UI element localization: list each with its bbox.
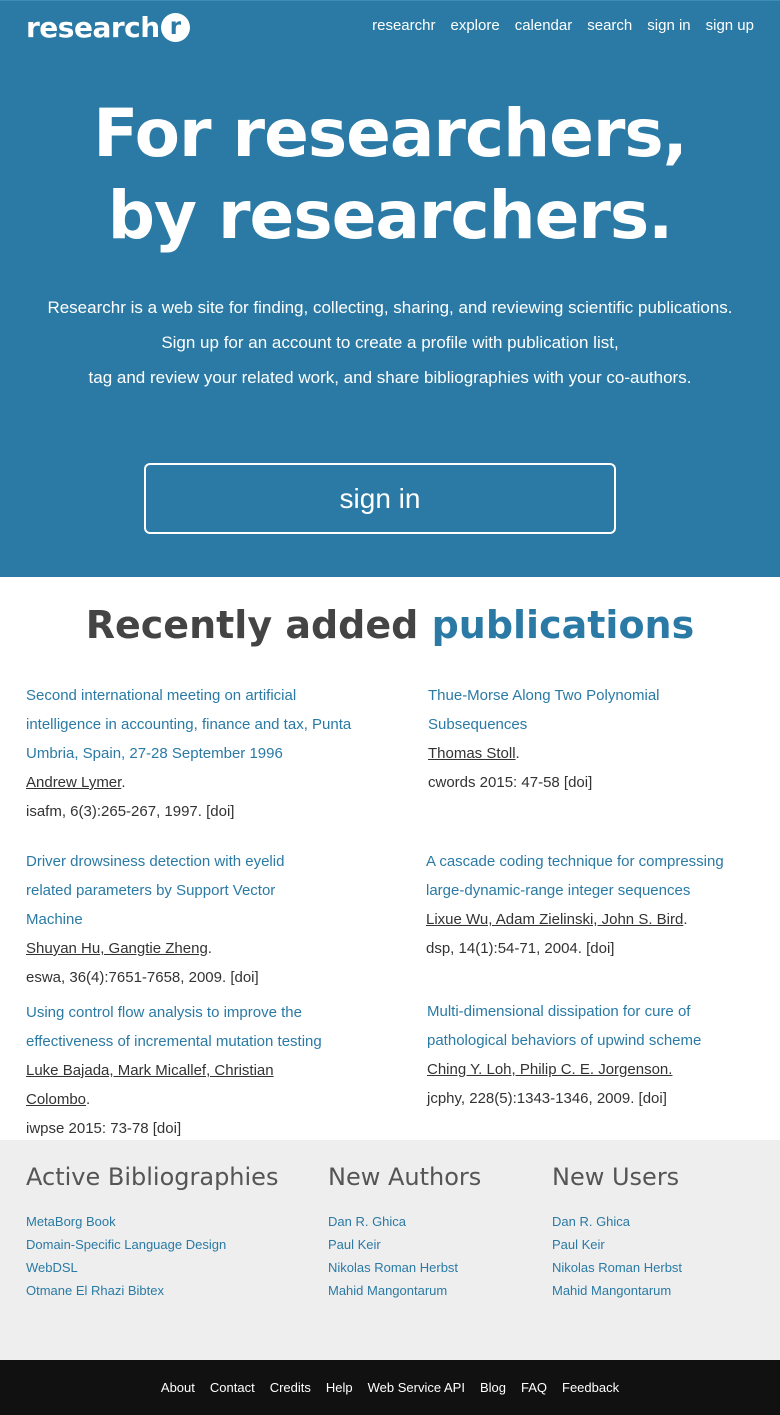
user-link[interactable]: Dan R. Ghica xyxy=(552,1214,630,1229)
publication-title-link[interactable]: Multi-dimensional dissipation for cure o… xyxy=(427,997,727,1055)
author-link[interactable]: Paul Keir xyxy=(328,1237,381,1252)
footer-contact-link[interactable]: Contact xyxy=(210,1380,255,1395)
nav-search[interactable]: search xyxy=(587,17,632,34)
footer-faq-link[interactable]: FAQ xyxy=(521,1380,547,1395)
publication-title-link[interactable]: Driver drowsiness detection with eyelid … xyxy=(26,847,326,934)
hero-headline: For researchers, by researchers. xyxy=(0,93,780,257)
active-bibliographies: Active Bibliographies MetaBorg Book Doma… xyxy=(26,1160,278,1302)
logo-r-icon: r xyxy=(160,13,190,42)
nav-sign-in[interactable]: sign in xyxy=(647,17,690,34)
author-link[interactable]: Dan R. Ghica xyxy=(328,1214,406,1229)
lower-section: Active Bibliographies MetaBorg Book Doma… xyxy=(0,1140,780,1360)
user-link[interactable]: Nikolas Roman Herbst xyxy=(552,1260,682,1275)
bibliography-link[interactable]: Domain-Specific Language Design xyxy=(26,1237,226,1252)
nav-researchr[interactable]: researchr xyxy=(372,17,435,34)
new-authors-heading: New Authors xyxy=(328,1163,482,1191)
intro-line: Researchr is a web site for finding, col… xyxy=(47,298,733,317)
publication-item: A cascade coding technique for compressi… xyxy=(426,847,760,963)
publication-item: Multi-dimensional dissipation for cure o… xyxy=(427,997,727,1113)
publication-venue: jcphy, 228(5):1343-1346, 2009. [doi] xyxy=(427,1090,667,1107)
publication-authors-link[interactable]: Ching Y. Loh, Philip C. E. Jorgenson. xyxy=(427,1061,672,1078)
publication-authors-link[interactable]: Shuyan Hu, Gangtie Zheng xyxy=(26,940,208,957)
bibliography-link[interactable]: WebDSL xyxy=(26,1260,78,1275)
headline-line-1: For researchers, xyxy=(93,95,688,172)
publication-authors-link[interactable]: Andrew Lymer xyxy=(26,774,121,791)
new-users-heading: New Users xyxy=(552,1163,680,1191)
doi-link[interactable]: [doi] xyxy=(564,774,592,791)
publication-title-link[interactable]: Using control flow analysis to improve t… xyxy=(26,998,326,1056)
publication-item: Thue-Morse Along Two Polynomial Subseque… xyxy=(428,681,758,797)
publication-venue: cwords 2015: 47-58 [doi] xyxy=(428,774,593,791)
active-bibliographies-heading: Active Bibliographies xyxy=(26,1163,279,1191)
author-link[interactable]: Nikolas Roman Herbst xyxy=(328,1260,458,1275)
footer: About Contact Credits Help Web Service A… xyxy=(0,1360,780,1415)
bibliography-link[interactable]: MetaBorg Book xyxy=(26,1214,116,1229)
logo-text: research xyxy=(26,11,160,44)
publication-item: Driver drowsiness detection with eyelid … xyxy=(26,847,326,992)
top-navigation: researchr explore calendar search sign i… xyxy=(372,17,754,34)
new-users: New Users Dan R. Ghica Paul Keir Nikolas… xyxy=(552,1160,682,1302)
publication-venue: iwpse 2015: 73-78 [doi] xyxy=(26,1120,182,1137)
doi-link[interactable]: [doi] xyxy=(230,969,258,986)
hero-banner: research r researchr explore calendar se… xyxy=(0,0,780,577)
nav-explore[interactable]: explore xyxy=(450,17,499,34)
publication-venue: isafm, 6(3):265-267, 1997. [doi] xyxy=(26,803,235,820)
publication-venue: dsp, 14(1):54-71, 2004. [doi] xyxy=(426,940,615,957)
publication-authors-link[interactable]: Luke Bajada, Mark Micallef, Christian Co… xyxy=(26,1062,274,1108)
publication-title-link[interactable]: A cascade coding technique for compressi… xyxy=(426,847,760,905)
doi-link[interactable]: [doi] xyxy=(586,940,614,957)
footer-about-link[interactable]: About xyxy=(161,1380,195,1395)
publication-item: Second international meeting on artifici… xyxy=(26,681,371,826)
footer-api-link[interactable]: Web Service API xyxy=(368,1380,465,1395)
doi-link[interactable]: [doi] xyxy=(639,1090,667,1107)
doi-link[interactable]: [doi] xyxy=(153,1120,181,1137)
publications-heading-prefix: Recently added xyxy=(85,603,419,647)
publication-venue: eswa, 36(4):7651-7658, 2009. [doi] xyxy=(26,969,259,986)
publications-heading: Recently added publications xyxy=(0,603,780,647)
nav-calendar[interactable]: calendar xyxy=(515,17,573,34)
new-authors: New Authors Dan R. Ghica Paul Keir Nikol… xyxy=(328,1160,481,1302)
publications-heading-accent: publications xyxy=(431,603,695,647)
intro-line: tag and review your related work, and sh… xyxy=(88,368,692,387)
footer-feedback-link[interactable]: Feedback xyxy=(562,1380,619,1395)
headline-line-2: by researchers. xyxy=(107,177,673,254)
nav-sign-up[interactable]: sign up xyxy=(706,17,754,34)
author-link[interactable]: Mahid Mangontarum xyxy=(328,1283,447,1298)
publication-item: Using control flow analysis to improve t… xyxy=(26,998,326,1143)
researchr-logo[interactable]: research r xyxy=(26,11,190,44)
footer-help-link[interactable]: Help xyxy=(326,1380,353,1395)
publication-title-link[interactable]: Thue-Morse Along Two Polynomial Subseque… xyxy=(428,681,758,739)
footer-blog-link[interactable]: Blog xyxy=(480,1380,506,1395)
bibliography-link[interactable]: Otmane El Rhazi Bibtex xyxy=(26,1283,164,1298)
doi-link[interactable]: [doi] xyxy=(206,803,234,820)
footer-credits-link[interactable]: Credits xyxy=(270,1380,311,1395)
publication-authors-link[interactable]: Lixue Wu, Adam Zielinski, John S. Bird xyxy=(426,911,683,928)
user-link[interactable]: Mahid Mangontarum xyxy=(552,1283,671,1298)
publication-authors-link[interactable]: Thomas Stoll xyxy=(428,745,516,762)
hero-sign-in-button[interactable]: sign in xyxy=(144,463,616,534)
intro-line: Sign up for an account to create a profi… xyxy=(161,333,619,352)
user-link[interactable]: Paul Keir xyxy=(552,1237,605,1252)
publication-title-link[interactable]: Second international meeting on artifici… xyxy=(26,681,371,768)
hero-intro: Researchr is a web site for finding, col… xyxy=(0,290,780,395)
